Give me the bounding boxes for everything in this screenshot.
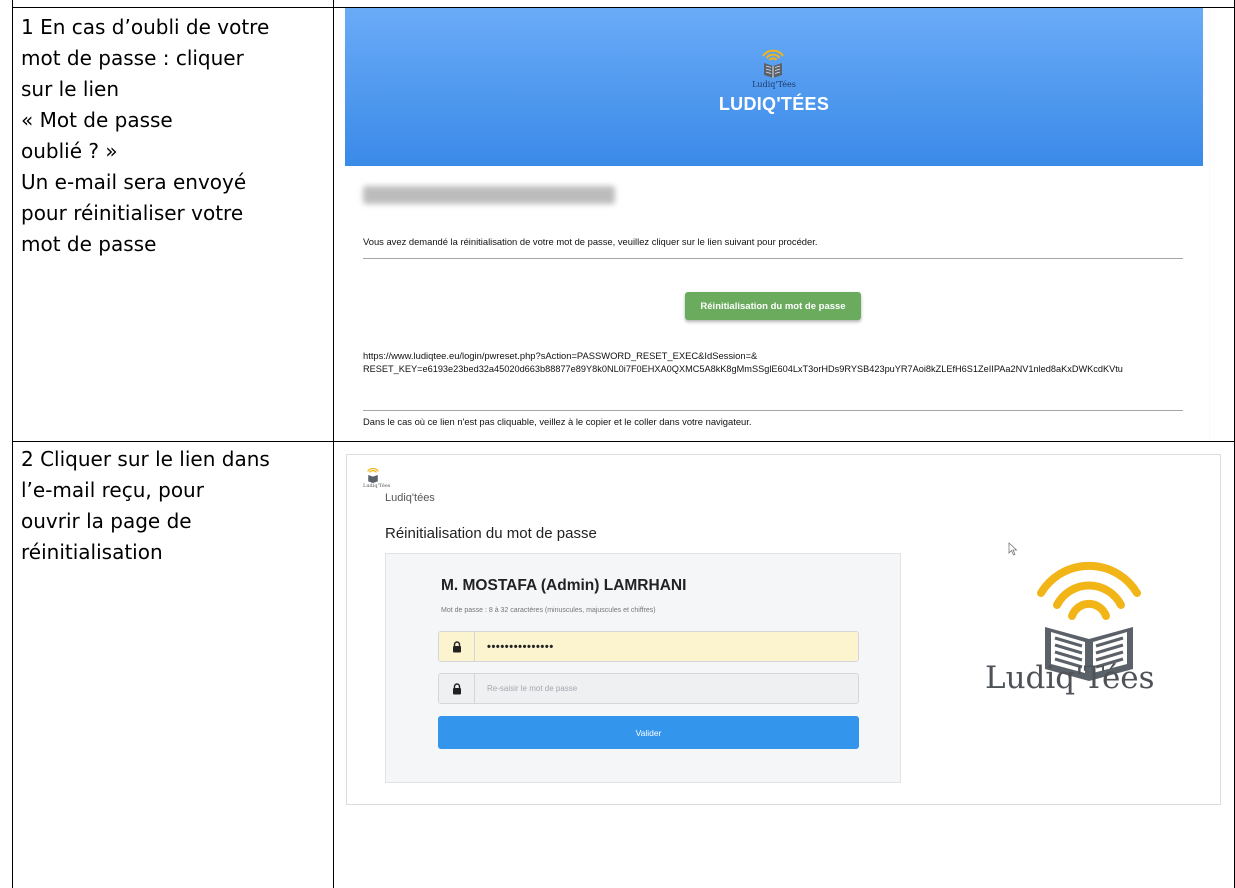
step-1-line: Un e-mail sera envoyé — [21, 170, 247, 194]
step-1-line: oublié ? » — [21, 139, 118, 163]
reset-page-screenshot: Ludiq'Tées Ludiq'tées Réinitialisation d… — [346, 454, 1221, 805]
step-2-instructions: 2 Cliquer sur le lien dans l’e-mail reçu… — [21, 444, 326, 568]
book-wifi-logo-icon — [762, 49, 784, 78]
submit-button[interactable]: Valider — [438, 716, 859, 749]
page-title: Réinitialisation du mot de passe — [385, 525, 597, 542]
step-1-line: mot de passe : cliquer — [21, 46, 244, 70]
step-1-instructions: 1 En cas d’oubli de votre mot de passe :… — [21, 12, 326, 260]
step-1-line: 1 En cas d’oubli de votre — [21, 15, 270, 39]
step-2-line: l’e-mail reçu, pour — [21, 478, 204, 502]
step-1-line: mot de passe — [21, 232, 157, 256]
password-hint: Mot de passe : 8 à 32 caractères (minusc… — [441, 607, 656, 614]
step-2-line: ouvrir la page de — [21, 509, 192, 533]
reset-link-line-1[interactable]: https://www.ludiqtee.eu/login/pwreset.ph… — [363, 350, 757, 361]
email-screenshot: Ludiq'Tées LUDIQ'TÉES Vous avez demandé … — [345, 8, 1209, 440]
reset-password-button[interactable]: Réinitialisation du mot de passe — [685, 292, 861, 320]
step-1-line: « Mot de passe — [21, 108, 173, 132]
table-column-divider — [333, 0, 334, 888]
app-name[interactable]: Ludiq'tées — [385, 492, 435, 504]
step-1-line: sur le lien — [21, 77, 119, 101]
small-logo-text: Ludiq'Tées — [363, 483, 391, 489]
confirm-password-input-group — [438, 673, 859, 704]
email-divider — [363, 410, 1183, 411]
password-input-group — [438, 631, 859, 662]
email-header: Ludiq'Tées LUDIQ'TÉES — [345, 8, 1203, 166]
book-wifi-logo-icon — [367, 467, 379, 483]
step-2-line: réinitialisation — [21, 540, 163, 564]
confirm-password-input[interactable] — [475, 674, 858, 703]
step-1-line: pour réinitialiser votre — [21, 201, 244, 225]
table-row-divider — [12, 441, 1235, 442]
reset-form-panel: M. MOSTAFA (Admin) LAMRHANI Mot de passe… — [385, 553, 901, 783]
user-name: M. MOSTAFA (Admin) LAMRHANI — [441, 577, 687, 594]
password-input[interactable] — [475, 632, 858, 661]
email-intro-text: Vous avez demandé la réinitialisation de… — [363, 236, 818, 247]
lock-icon — [439, 632, 475, 661]
email-brand-title: LUDIQ'TÉES — [718, 94, 830, 114]
reset-link-line-2[interactable]: RESET_KEY=e6193e23bed32a45020d663b88877e… — [363, 364, 1123, 374]
email-divider — [363, 258, 1183, 259]
email-logo-text: Ludiq'Tées — [752, 80, 796, 89]
big-logo-text: Ludiq'Tées — [985, 660, 1155, 696]
recipient-name-blurred — [363, 186, 615, 204]
lock-icon — [439, 674, 475, 703]
step-2-line: 2 Cliquer sur le lien dans — [21, 447, 270, 471]
mouse-cursor-icon — [1008, 542, 1018, 556]
email-footer-text: Dans le cas où ce lien n'est pas cliquab… — [363, 416, 752, 427]
